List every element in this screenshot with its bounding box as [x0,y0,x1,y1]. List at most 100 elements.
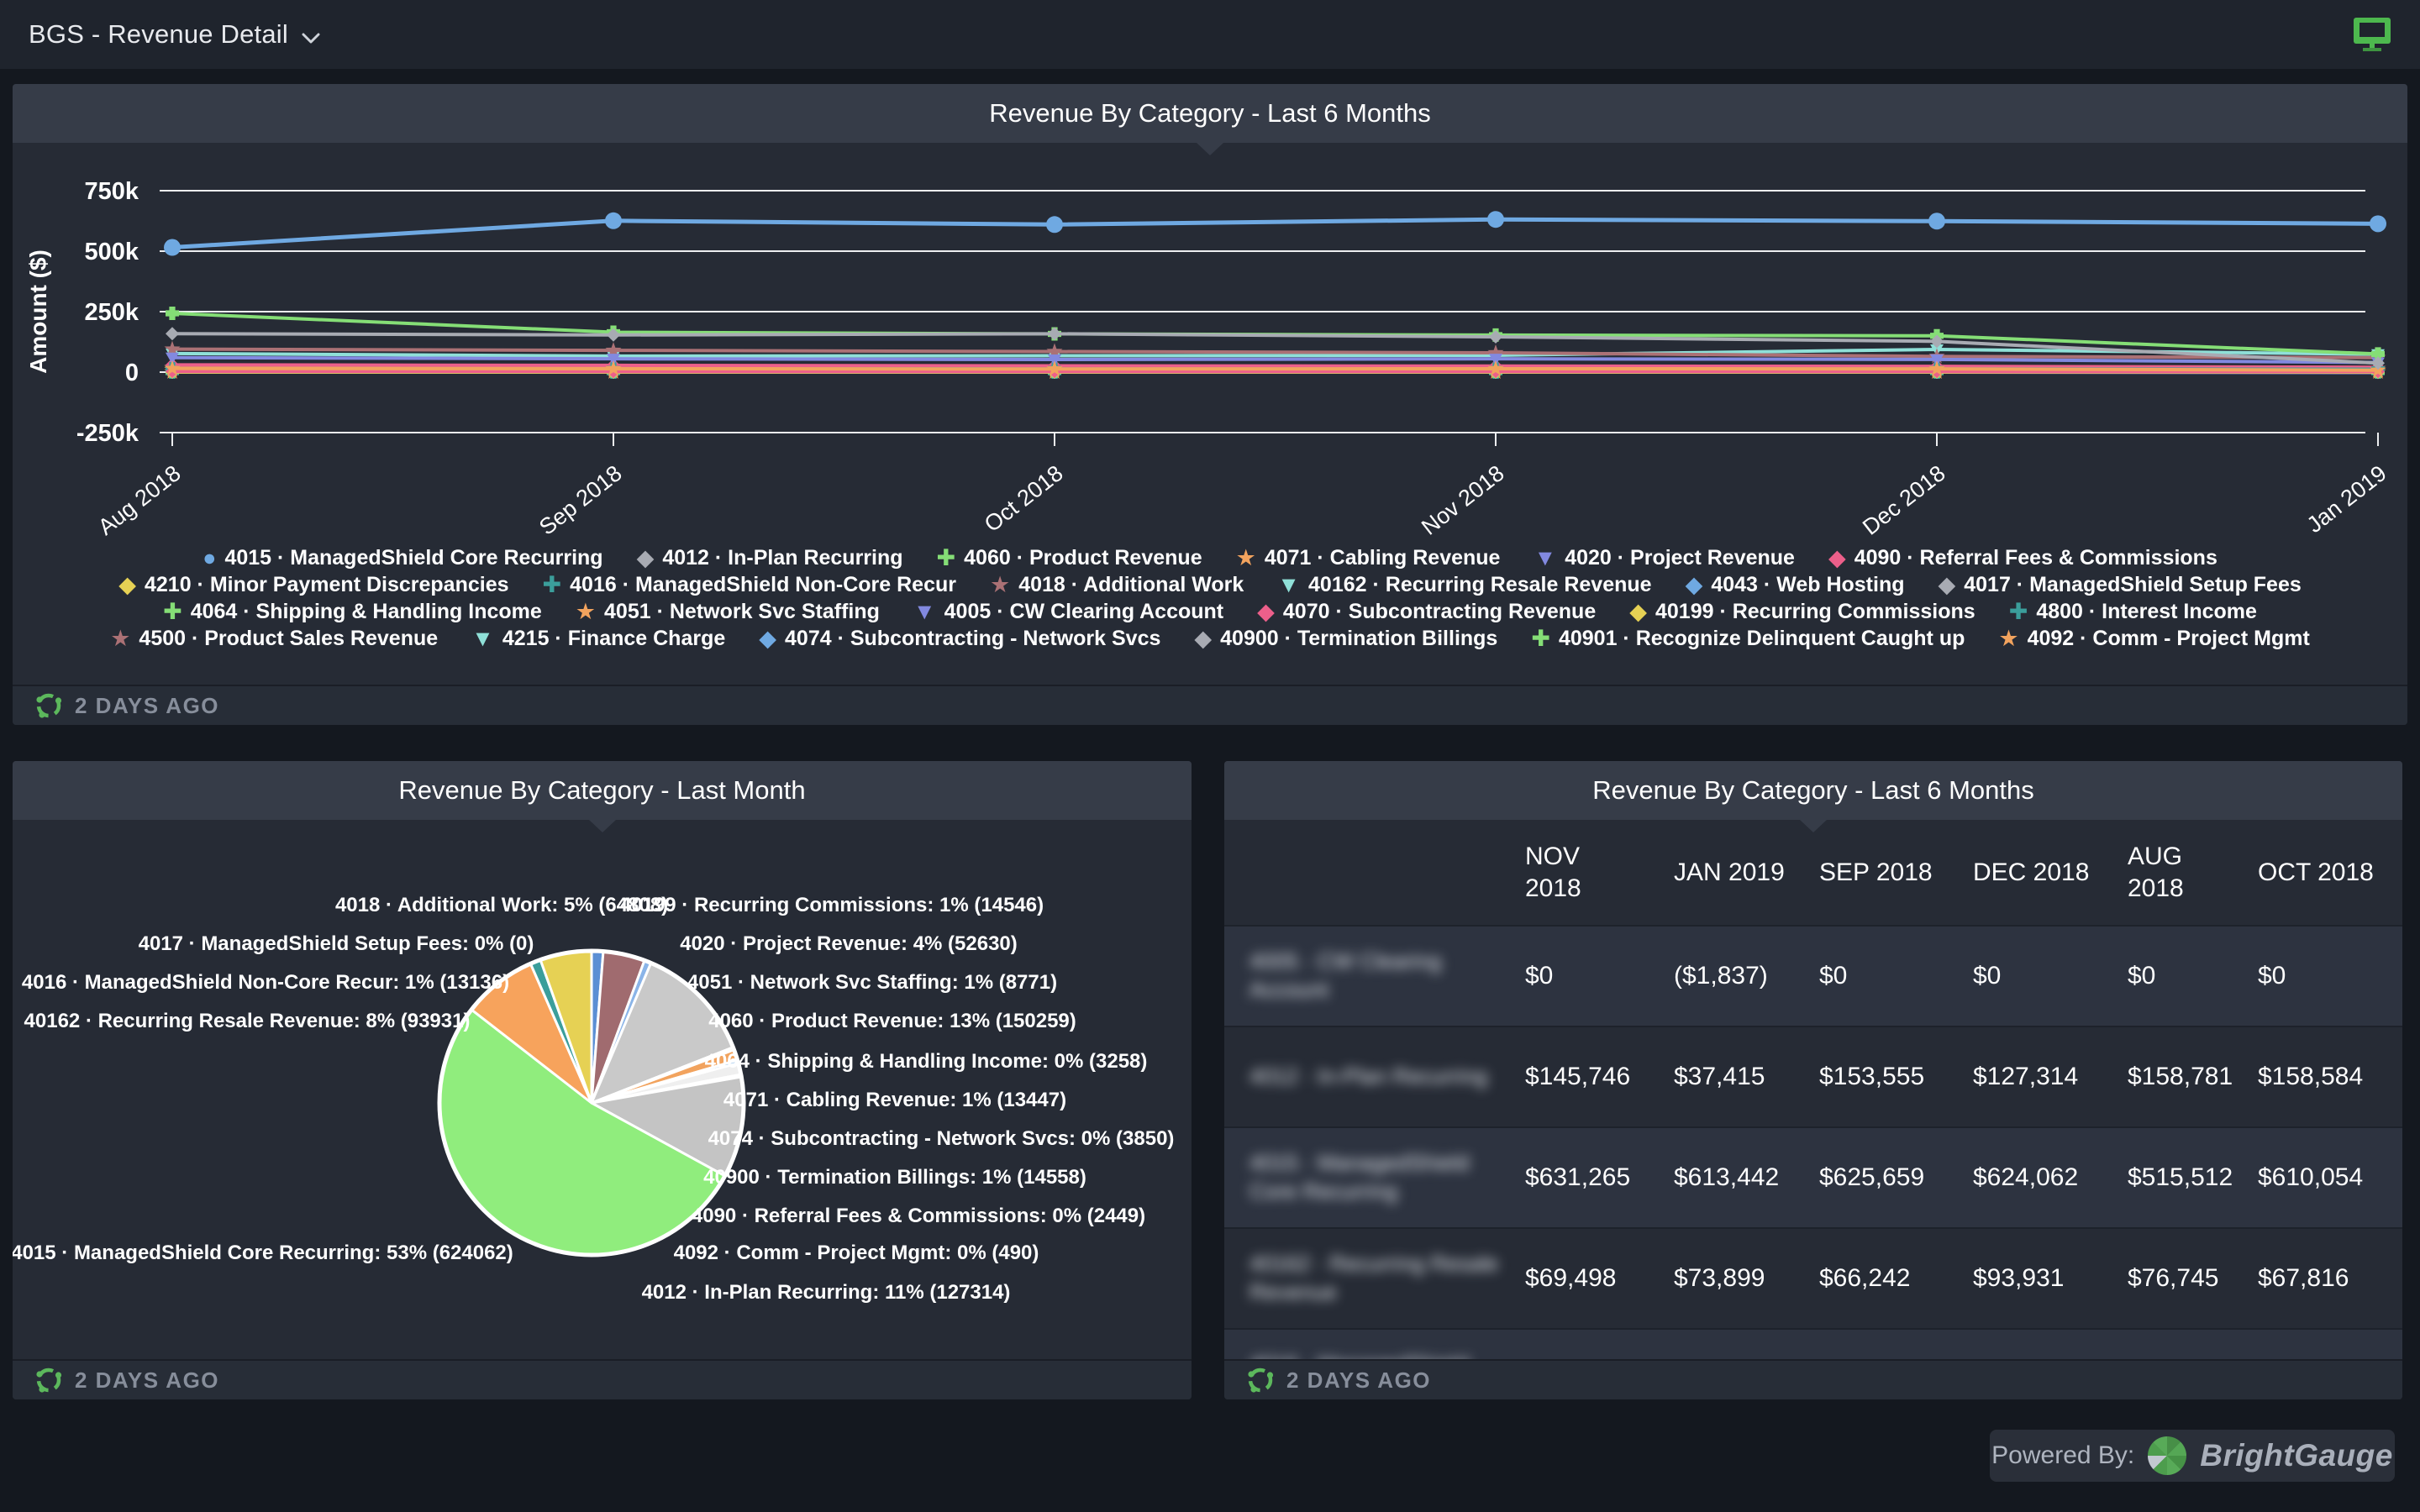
legend-marker-icon: ◆ [1629,599,1647,624]
panel-header: Revenue By Category - Last Month [13,761,1192,820]
table-value-cell: $0 [2123,960,2253,992]
table-value-cell: $145,746 [1520,1061,1669,1093]
row-category-name: 40162 · Recurring Resale Revenue [1224,1250,1520,1307]
legend-label: 4074 · Subcontracting - Network Svcs [785,627,1160,651]
pie-slice-label: 4016 · ManagedShield Non-Core Recur: 1% … [22,971,509,995]
table-value-cell: $0 [1520,960,1669,992]
legend-label: 4060 · Product Revenue [964,546,1202,570]
pie-slice-label: 4074 · Subcontracting - Network Svcs: 0%… [708,1127,1175,1151]
legend-row: ●4015 · ManagedShield Core Recurring ◆401… [203,545,2217,570]
revenue-table: NOV 2018JAN 2019SEP 2018DEC 2018AUG 2018… [1224,820,2402,1359]
legend-item[interactable]: ★4051 · Network Svc Staffing [576,599,880,624]
legend-label: 4071 · Cabling Revenue [1265,546,1501,570]
dashboard-selector[interactable]: BGS - Revenue Detail [29,18,320,51]
legend-item[interactable]: ▼ 40162 · Recurring Resale Revenue [1277,572,1651,597]
legend-marker-icon: ★ [1998,626,2018,651]
pie-slice-label: 4018 · Additional Work: 5% (64808) [335,894,668,917]
svg-text:Sep 2018: Sep 2018 [534,460,627,539]
legend-item[interactable]: ◆4012 · In-Plan Recurring [637,545,903,570]
legend-marker-icon: ◆ [1257,599,1275,624]
refresh-icon[interactable] [34,691,63,720]
legend-item[interactable]: ★ 4092 · Comm - Project Mgmt [1998,626,2309,651]
legend-item[interactable]: ★ 4500 · Product Sales Revenue [110,626,438,651]
legend-item[interactable]: ✚4064 · Shipping & Handling Income [163,599,542,624]
legend-item[interactable]: ◆4074 · Subcontracting - Network Svcs [759,626,1160,651]
monitor-icon[interactable] [2353,13,2391,57]
table-value-cell: $93,931 [1968,1263,2123,1294]
legend-item[interactable]: ▼4020 · Project Revenue [1534,545,1794,570]
table-column-header[interactable]: DEC 2018 [1968,857,2123,889]
table-value-cell: $127,314 [1968,1061,2123,1093]
top-bar: BGS - Revenue Detail [0,0,2420,69]
legend-item[interactable]: ◆4210 · Minor Payment Discrepancies [118,572,508,597]
table-value-cell: $0 [2253,960,2402,992]
svg-text:0: 0 [125,360,139,386]
legend-label: 4016 · ManagedShield Non-Core Recur [570,573,956,597]
table-column-header[interactable]: JAN 2019 [1669,857,1814,889]
pie-slice-label: 4060 · Product Revenue: 13% (150259) [708,1010,1076,1033]
refresh-icon[interactable] [34,1366,63,1394]
table-column-header[interactable]: OCT 2018 [2253,857,2402,889]
legend-label: 4092 · Comm - Project Mgmt [2028,627,2310,651]
legend-item[interactable]: ★4018 · Additional Work [990,572,1244,597]
legend-label: 40901 · Recognize Delinquent Caught up [1559,627,1965,651]
svg-text:-250k: -250k [76,420,139,447]
legend-label: 4500 · Product Sales Revenue [139,627,438,651]
powered-by-badge[interactable]: Powered By: BrightGauge [1990,1430,2395,1482]
pie-slice-label: 4020 · Project Revenue: 4% (52630) [680,932,1018,956]
legend-label: 4064 · Shipping & Handling Income [191,600,542,624]
svg-text:250k: 250k [84,299,139,326]
table-column-header[interactable]: SEP 2018 [1814,857,1968,889]
legend-item[interactable]: ◆40199 · Recurring Commissions [1629,599,1975,624]
svg-text:Amount ($): Amount ($) [25,249,51,374]
refresh-icon[interactable] [1246,1366,1275,1394]
brightgauge-logo-icon [2148,1436,2186,1475]
legend-marker-icon: ◆ [1194,626,1212,651]
panel-title: Revenue By Category - Last Month [398,775,805,806]
legend-item[interactable]: ★4071 · Cabling Revenue [1236,545,1501,570]
pie-slice-label: 4012 · In-Plan Recurring: 11% (127314) [642,1281,1011,1305]
legend-item[interactable]: ✚4060 · Product Revenue [937,545,1202,570]
pie-slice-label: 4015 · ManagedShield Core Recurring: 53%… [13,1242,513,1265]
table-column-header[interactable]: AUG 2018 [2123,841,2253,904]
legend-item[interactable]: ◆4017 · ManagedShield Setup Fees [1938,572,2301,597]
svg-text:750k: 750k [84,178,139,205]
table-value-cell: $37,415 [1669,1061,1814,1093]
legend-item[interactable]: ✚40901 · Recognize Delinquent Caught up [1531,626,1965,651]
table-panel: Revenue By Category - Last 6 Months NOV … [1224,761,2402,1399]
table-column-header[interactable]: NOV 2018 [1520,841,1669,904]
legend-marker-icon: ▼ [1277,572,1300,597]
legend-item[interactable]: ◆ 4070 · Subcontracting Revenue [1257,599,1596,624]
svg-text:Aug 2018: Aug 2018 [93,460,186,539]
powered-by-label: Powered By: [1991,1441,2134,1470]
table-value-cell: $613,442 [1669,1162,1814,1194]
legend-item[interactable]: ✚ 4016 · ManagedShield Non-Core Recur [543,572,956,597]
legend-item[interactable]: ◆4090 · Referral Fees & Commissions [1828,545,2217,570]
legend-marker-icon: ★ [110,626,130,651]
table-value-cell: $631,265 [1520,1162,1669,1194]
table-value-cell: $67,816 [2253,1263,2402,1294]
table-value-cell: $0 [1968,960,2123,992]
legend-item[interactable]: ▼4215 · Finance Charge [471,626,725,651]
panel-title: Revenue By Category - Last 6 Months [989,98,1431,129]
brightgauge-brand: BrightGauge [2200,1438,2393,1473]
pie-slice-label: 40900 · Termination Billings: 1% (14558) [703,1166,1086,1189]
table-value-cell: $515,512 [2123,1162,2253,1194]
legend-item[interactable]: ●4015 · ManagedShield Core Recurring [203,545,602,570]
table-header-row: NOV 2018JAN 2019SEP 2018DEC 2018AUG 2018… [1224,820,2402,925]
pie-slice-label: 4092 · Comm - Project Mgmt: 0% (490) [674,1242,1039,1265]
legend-label: 4051 · Network Svc Staffing [604,600,880,624]
row-category-name: 4005 · CW Clearing Account [1224,948,1520,1005]
table-value-cell: $66,242 [1814,1263,1968,1294]
pie-slice-label: 4090 · Referral Fees & Commissions: 0% (… [692,1205,1145,1228]
legend-item[interactable]: ✚4800 · Interest Income [2009,599,2257,624]
legend-item[interactable]: ◆40900 · Termination Billings [1194,626,1497,651]
legend-label: 4070 · Subcontracting Revenue [1283,600,1596,624]
legend-marker-icon: ✚ [543,572,562,597]
last-updated: 2 DAYS AGO [75,1368,219,1394]
legend-item[interactable]: ▼4005 · CW Clearing Account [913,599,1223,624]
legend-label: 4215 · Finance Charge [502,627,725,651]
dashboard-title: BGS - Revenue Detail [29,19,288,50]
legend-item[interactable]: ◆4043 · Web Hosting [1686,572,1905,597]
legend-label: 40162 · Recurring Resale Revenue [1308,573,1652,597]
